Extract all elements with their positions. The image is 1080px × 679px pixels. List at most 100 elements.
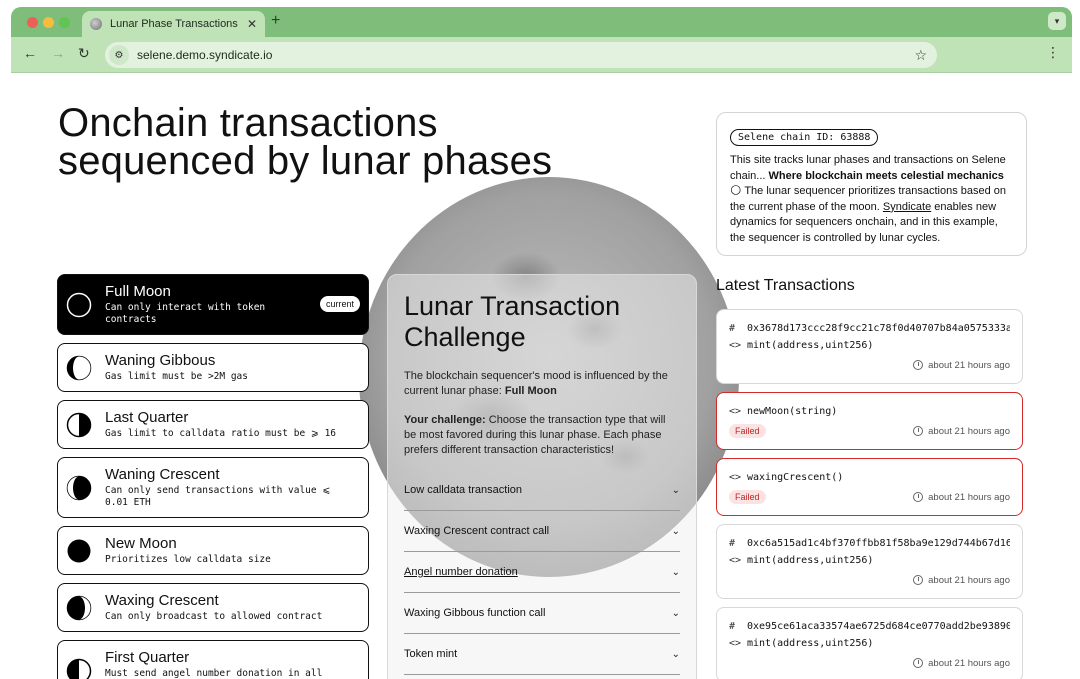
failed-badge: Failed [729,490,766,504]
hero-line-2: sequenced by lunar phases [58,139,553,183]
challenge-instructions: Your challenge: Choose the transaction t… [404,413,680,458]
last-quarter-icon [66,412,92,437]
hash-icon: # [729,621,736,632]
phase-name: New Moon [105,535,177,552]
tx-hash: 0xe95ce61aca33574ae6725d684ce0770add2be9… [747,621,1010,632]
transaction-item[interactable]: <> newMoon(string) Failed about 21 hours a… [716,392,1023,450]
tx-function: mint(address,uint256) [747,638,874,649]
tx-hash: 0xc6a515ad1c4bf370ffbb81f58ba9e129d744b6… [747,538,1010,549]
chain-id-badge: Selene chain ID: 63888 [730,129,879,146]
clock-icon [913,575,924,585]
moon-emoji-icon: 🌕 [730,185,742,198]
browser-toolbar: ← → ↻ ⚙ selene.demo.syndicate.io ☆ ⋮ [11,37,1072,73]
tx-hash-row: #0xc6a515ad1c4bf370ffbb81f58ba9e129d744b… [729,535,1010,552]
phase-desc: Gas limit to calldata ratio must be ⩾ 16 [105,428,337,439]
minimize-window-button[interactable] [43,17,54,28]
tx-time: about 21 hours ago [913,575,1010,586]
option-token-mint[interactable]: Token mint ⌄ [404,634,680,675]
reload-icon[interactable]: ↻ [78,46,90,60]
transaction-item[interactable]: <> waxingCrescent() Failed about 21 hours … [716,458,1023,516]
phase-desc: Can only broadcast to allowed contract [105,611,323,622]
tx-time: about 21 hours ago [913,426,1010,437]
phase-desc: Prioritizes low calldata size [105,554,271,565]
option-label: Waxing Crescent contract call [404,525,550,537]
tx-time-text: about 21 hours ago [928,425,1010,437]
phase-name: Last Quarter [105,409,189,426]
failed-badge: Failed [729,424,766,438]
chain-info-card: Selene chain ID: 63888 This site tracks … [716,112,1027,256]
chevron-down-icon: ⌄ [671,648,680,660]
browser-tab[interactable]: Lunar Phase Transactions ✕ [82,11,265,37]
tx-function: mint(address,uint256) [747,340,874,351]
forward-arrow-icon[interactable]: → [51,46,65,60]
site-settings-icon[interactable]: ⚙ [109,45,129,65]
option-label: Low calldata transaction [404,484,523,496]
phase-item-full-moon[interactable]: Full Moon Can only interact with token c… [57,274,369,335]
browser-window: Lunar Phase Transactions ✕ + ▾ ← → ↻ ⚙ s… [11,7,1072,679]
address-bar[interactable]: ⚙ selene.demo.syndicate.io ☆ [105,42,937,68]
phase-item-waning-gibbous[interactable]: Waning Gibbous Gas limit must be >2M gas [57,343,369,392]
transaction-item[interactable]: #0xc6a515ad1c4bf370ffbb81f58ba9e129d744b… [716,524,1023,599]
clock-icon [913,492,924,502]
phase-item-last-quarter[interactable]: Last Quarter Gas limit to calldata ratio… [57,400,369,449]
code-icon: <> [729,638,742,649]
tx-footer: about 21 hours ago [729,655,1010,671]
option-low-calldata[interactable]: Low calldata transaction ⌄ [404,470,680,511]
chevron-down-icon: ⌄ [671,566,680,578]
chain-description: This site tracks lunar phases and transa… [730,153,1013,247]
phase-name: First Quarter [105,649,190,666]
option-label: Waxing Gibbous function call [404,607,546,619]
phase-item-new-moon[interactable]: New Moon Prioritizes low calldata size [57,526,369,575]
waning-gibbous-icon [66,355,92,380]
syndicate-link[interactable]: Syndicate [883,201,931,213]
option-angel-number-donation[interactable]: Angel number donation ⌄ [404,552,680,593]
transaction-list: #0x3678d173ccc28f9cc21c78f0d40707b84a057… [716,309,1023,679]
chevron-down-icon: ⌄ [671,484,680,496]
tx-hash-row: #0xe95ce61aca33574ae6725d684ce0770add2be… [729,618,1010,635]
first-quarter-icon [66,658,92,679]
info-text-bold: Where blockchain meets celestial mechani… [768,169,1004,182]
tab-search-chevron-icon[interactable]: ▾ [1048,12,1066,30]
phase-item-waxing-crescent[interactable]: Waxing Crescent Can only broadcast to al… [57,583,369,632]
new-tab-button[interactable]: + [271,13,280,29]
tx-fn-row: <> waxingCrescent() [729,469,1010,486]
option-label: Angel number donation [404,566,518,578]
phase-item-waning-crescent[interactable]: Waning Crescent Can only send transactio… [57,457,369,518]
tab-strip: Lunar Phase Transactions ✕ + ▾ [11,7,1072,37]
back-arrow-icon[interactable]: ← [23,46,37,60]
tx-time-text: about 21 hours ago [928,359,1010,371]
challenge-card: Lunar Transaction Challenge The blockcha… [387,274,697,679]
close-window-button[interactable] [27,17,38,28]
phase-name: Waning Gibbous [105,352,216,369]
page-content: Onchain transactions sequenced by lunar … [11,74,1072,679]
phase-name: Waning Crescent [105,466,220,483]
tx-footer: about 21 hours ago [729,572,1010,588]
tx-function: waxingCrescent() [747,472,844,483]
transaction-item[interactable]: #0xe95ce61aca33574ae6725d684ce0770add2be… [716,607,1023,679]
waxing-crescent-icon [66,595,92,620]
transaction-item[interactable]: #0x3678d173ccc28f9cc21c78f0d40707b84a057… [716,309,1023,384]
phase-desc: Gas limit must be >2M gas [105,371,248,382]
maximize-window-button[interactable] [59,17,70,28]
tx-time-text: about 21 hours ago [928,491,1010,503]
bookmark-star-icon[interactable]: ☆ [914,47,927,64]
new-moon-icon [67,539,91,562]
tx-fn-row: <> mint(address,uint256) [729,635,1010,652]
option-waxing-gibbous-call[interactable]: Waxing Gibbous function call ⌄ [404,593,680,634]
option-waxing-crescent-call[interactable]: Waxing Crescent contract call ⌄ [404,511,680,552]
transactions-heading: Latest Transactions [716,277,855,294]
phase-name: Waxing Crescent [105,592,219,609]
code-icon: <> [729,340,742,351]
close-tab-icon[interactable]: ✕ [247,18,257,30]
chevron-down-icon: ⌄ [671,607,680,619]
phase-name: Full Moon [105,283,171,300]
hash-icon: # [729,323,736,334]
tab-title: Lunar Phase Transactions [110,18,238,30]
hash-icon: # [729,538,736,549]
code-icon: <> [729,406,742,417]
tx-footer: about 21 hours ago [729,357,1010,373]
phase-desc: Must send angel number donation in all t… [105,668,323,679]
browser-menu-icon[interactable]: ⋮ [1046,45,1060,59]
url-text[interactable]: selene.demo.syndicate.io [137,48,914,62]
phase-item-first-quarter[interactable]: First Quarter Must send angel number don… [57,640,369,679]
